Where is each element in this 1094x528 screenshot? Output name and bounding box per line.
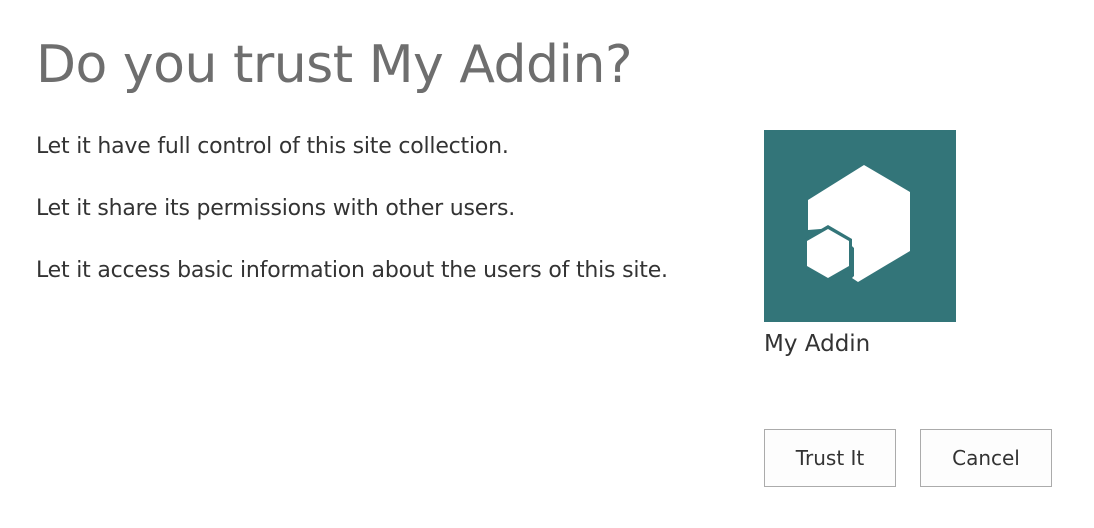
trust-it-button[interactable]: Trust It [764,429,896,487]
dialog-title: Do you trust My Addin? [36,35,633,95]
addin-hexagon-icon [804,165,910,282]
permission-item: Let it access basic information about th… [36,258,668,283]
app-name: My Addin [764,331,871,357]
permission-list: Let it have full control of this site co… [36,132,668,318]
trust-dialog: Do you trust My Addin? Let it have full … [0,0,1094,528]
app-icon-tile [764,130,956,322]
permission-item: Let it have full control of this site co… [36,134,509,159]
cancel-button[interactable]: Cancel [920,429,1052,487]
permission-item: Let it share its permissions with other … [36,196,516,221]
